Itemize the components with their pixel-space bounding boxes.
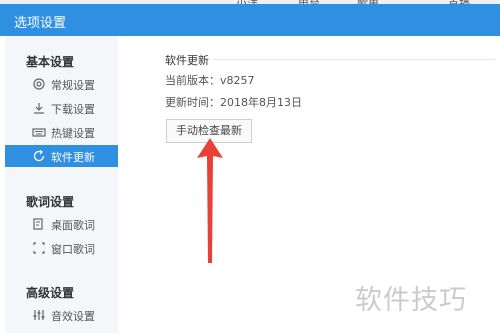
download-icon [34,103,44,114]
section-divider [213,59,495,60]
section-title-advanced: 高级设置 [26,286,75,300]
sidebar-item-label: 常规设置 [51,79,95,92]
sidebar-item-label: 音效设置 [51,310,95,323]
sidebar-item-general[interactable]: 常规设置 [5,73,118,95]
dialog-title: 选项设置 [14,16,67,31]
gear-icon [33,78,45,90]
watermark-text: 软件技巧 [355,285,467,316]
keyboard-icon [32,128,46,137]
sidebar-item-hotkey[interactable]: 热键设置 [5,121,118,143]
sidebar-item-software-update[interactable]: 软件更新 [5,145,118,167]
section-title-lyrics: 歌词设置 [26,195,75,209]
sidebar-item-desktop-lyrics[interactable]: 桌面歌词 [5,213,118,235]
section-title-basic: 基本设置 [26,55,75,69]
current-version-text: 当前版本：v8257 [165,74,255,87]
equalizer-icon [33,310,45,320]
sidebar-item-window-lyrics[interactable]: 窗口歌词 [5,237,118,259]
sidebar-item-label: 窗口歌词 [51,243,95,256]
sidebar-item-sound-effects[interactable]: 音效设置 [5,304,118,326]
sidebar-item-label: 热键设置 [51,127,95,140]
window-lyrics-icon [33,242,45,254]
update-icon [33,149,45,162]
desktop-lyrics-icon [33,218,43,230]
sidebar-item-label: 下载设置 [51,103,95,116]
sidebar-item-label: 桌面歌词 [51,219,95,232]
dialog-title-bar[interactable]: 选项设置 [0,4,500,36]
annotation-arrow-icon [197,138,223,263]
sidebar-item-download[interactable]: 下载设置 [5,97,118,119]
section-heading-software-update: 软件更新 [165,54,209,67]
sidebar-item-label: 软件更新 [51,151,95,164]
update-time-text: 更新时间：2018年8月13日 [165,96,302,109]
